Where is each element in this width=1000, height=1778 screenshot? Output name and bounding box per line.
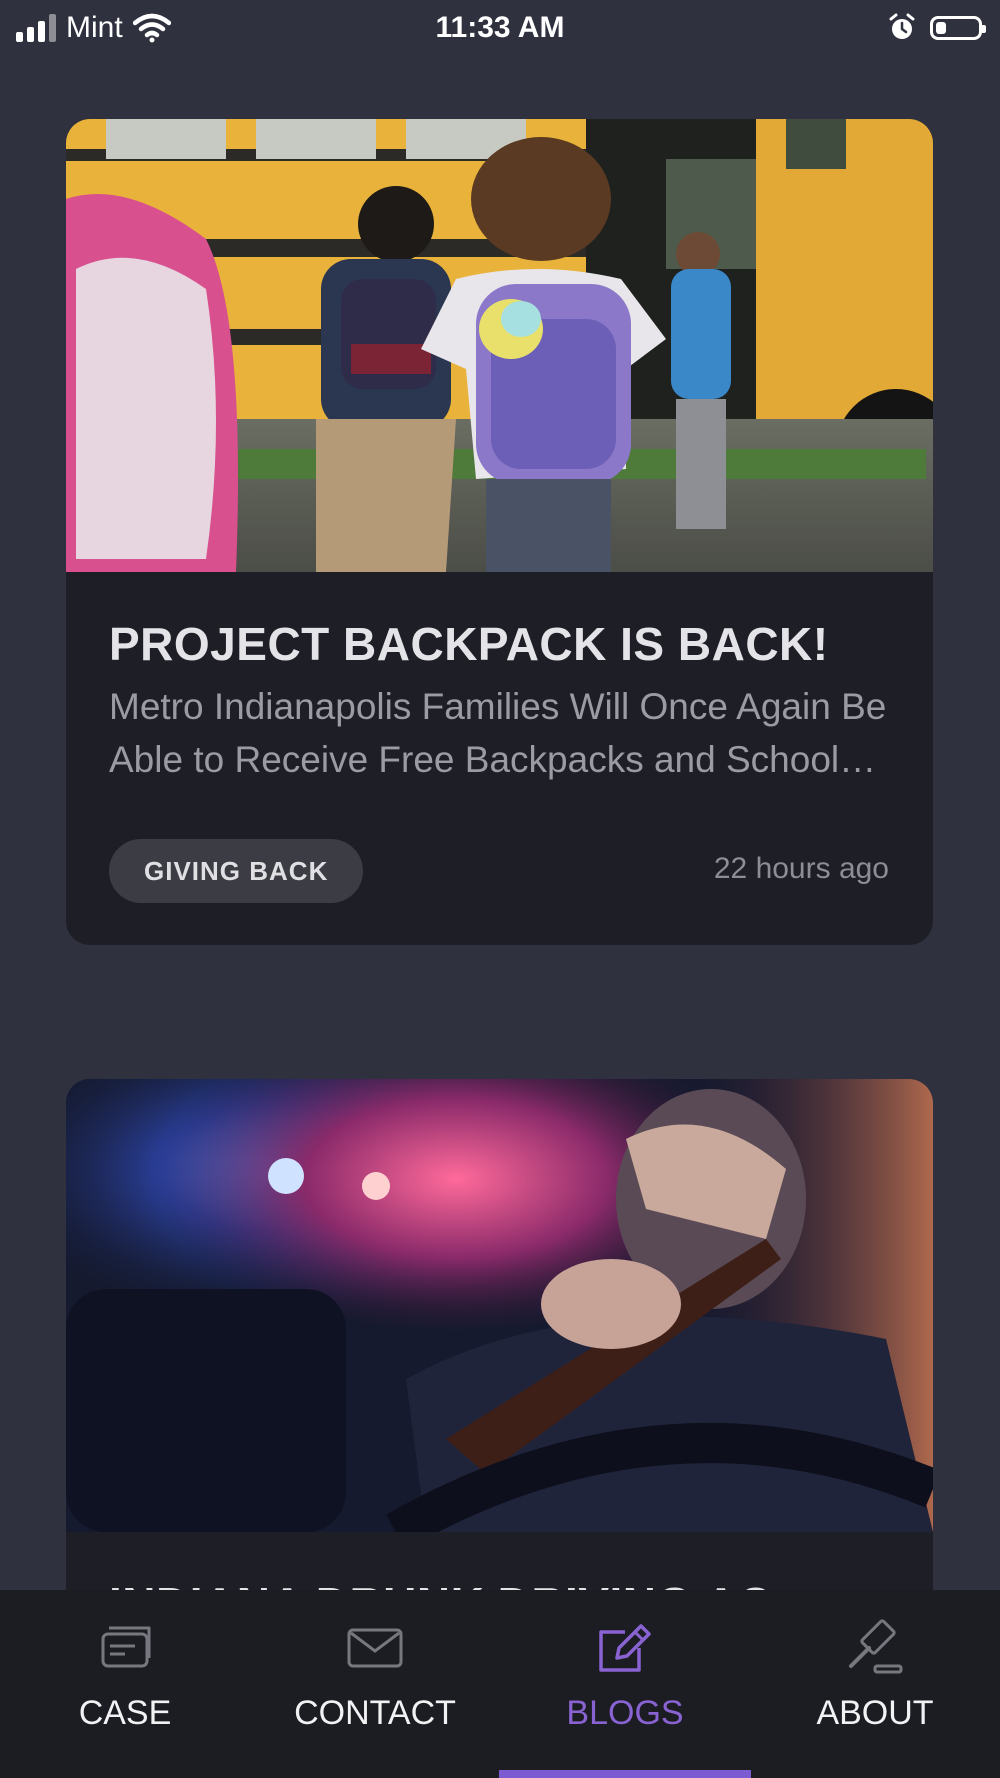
case-cards-icon [101,1626,151,1668]
status-time: 11:33 AM [435,11,565,44]
category-tag[interactable]: GIVING BACK [109,839,364,903]
nav-item-about[interactable]: ABOUT [750,1590,1000,1778]
bottom-navigation: CASE CONTACT BLOGS ABOUT [0,1590,1000,1778]
status-bar: Mint 11:33 AM [0,0,1000,56]
post-image-school-bus [66,119,933,572]
gavel-icon [849,1619,903,1674]
nav-label-about: ABOUT [816,1694,934,1732]
post-description: Metro Indianapolis Families Will Once Ag… [109,686,887,780]
post-timestamp: 22 hours ago [713,852,889,885]
battery-level [936,22,946,34]
nav-item-contact[interactable]: CONTACT [250,1590,500,1778]
blog-post-card[interactable]: PROJECT BACKPACK IS BACK! Metro Indianap… [66,119,933,945]
alarm-icon [889,13,915,39]
status-right [888,10,986,46]
nav-item-case[interactable]: CASE [0,1590,250,1778]
battery-icon [930,16,986,40]
nav-label-case: CASE [78,1694,172,1732]
nav-item-blogs[interactable]: BLOGS [500,1590,750,1778]
nav-label-contact: CONTACT [294,1694,456,1732]
post-title: PROJECT BACKPACK IS BACK! [109,618,829,670]
nav-label-blogs: BLOGS [566,1694,684,1732]
post-image-drunk-driver [66,1079,933,1532]
envelope-icon [347,1628,403,1668]
post-body: PROJECT BACKPACK IS BACK! Metro Indianap… [109,572,890,786]
active-tab-indicator [499,1770,751,1778]
edit-pencil-icon [599,1624,651,1672]
